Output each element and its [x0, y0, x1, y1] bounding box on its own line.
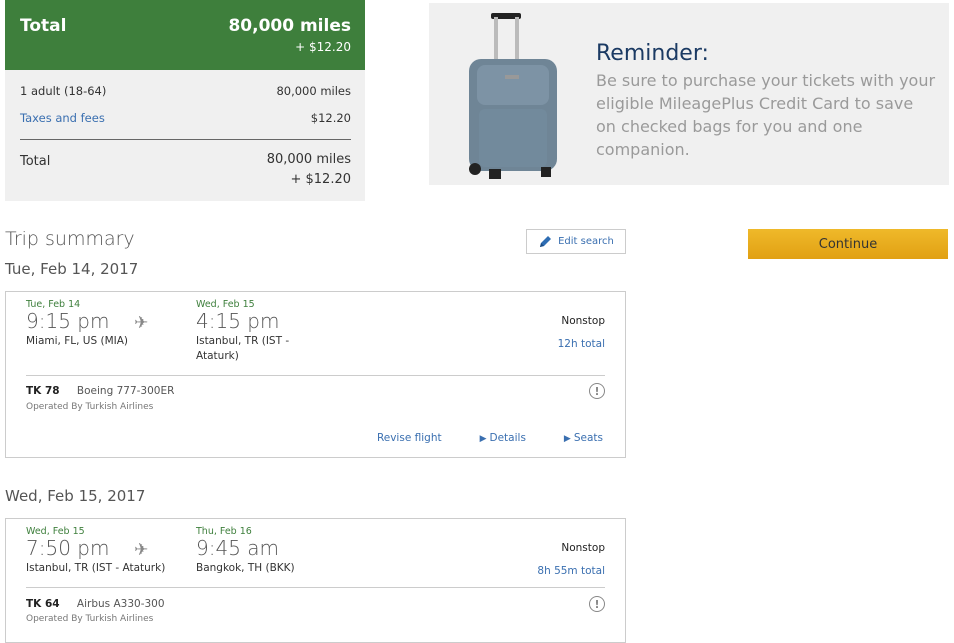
- price-row-label: 1 adult (18-64): [20, 84, 107, 98]
- reminder-body: Be sure to purchase your tickets with yo…: [596, 71, 936, 159]
- revise-flight-link[interactable]: Revise flight: [377, 432, 442, 444]
- divider: [26, 375, 605, 376]
- reminder-title: Reminder:: [596, 41, 709, 66]
- arrival: Thu, Feb 16 9:45 am Bangkok, TH (BKK): [196, 526, 326, 576]
- operated-by: Operated By Turkish Airlines: [26, 402, 154, 412]
- arrival-city: Istanbul, TR (IST - Ataturk): [196, 335, 290, 362]
- taxes-and-fees-link[interactable]: Taxes and fees: [20, 111, 105, 125]
- arrival-time: 4:15 pm: [196, 309, 280, 333]
- flight-card: Wed, Feb 15 7:50 pm Istanbul, TR (IST - …: [5, 518, 626, 643]
- arrival: Wed, Feb 15 4:15 pm Istanbul, TR (IST - …: [196, 299, 326, 364]
- airplane-icon: ✈: [134, 540, 149, 560]
- price-row-adult: 1 adult (18-64) 80,000 miles: [5, 84, 365, 98]
- stops-label: Nonstop: [561, 315, 605, 327]
- departure-time: 9:15 pm: [26, 309, 110, 333]
- flight-number: TK 64 Airbus A330-300: [26, 598, 165, 610]
- airplane-icon: ✈: [134, 313, 149, 333]
- price-row-taxes: Taxes and fees $12.20: [5, 111, 365, 125]
- price-header-label: Total: [20, 16, 67, 36]
- day-title: Tue, Feb 14, 2017: [5, 260, 139, 278]
- pencil-icon: [540, 236, 552, 247]
- caret-right-icon: ▶: [479, 434, 487, 444]
- seats-link[interactable]: ▶ Seats: [564, 432, 603, 444]
- flight-number: TK 78 Boeing 777-300ER: [26, 385, 174, 397]
- arrival-time: 9:45 am: [196, 536, 280, 560]
- departure-city: Miami, FL, US (MIA): [26, 335, 129, 347]
- trip-summary-title: Trip summary: [5, 228, 135, 250]
- flight-code: TK 78: [26, 385, 60, 397]
- aircraft: Airbus A330-300: [76, 598, 165, 610]
- info-icon[interactable]: !: [589, 596, 605, 612]
- day-title: Wed, Feb 15, 2017: [5, 487, 146, 505]
- caret-right-icon: ▶: [563, 434, 571, 444]
- price-row-value: 80,000 miles: [276, 84, 351, 98]
- details-link[interactable]: ▶ Details: [480, 432, 526, 444]
- operated-by: Operated By Turkish Airlines: [26, 614, 154, 624]
- edit-search-button[interactable]: Edit search: [526, 229, 626, 254]
- duration-label: 12h total: [557, 338, 605, 350]
- edit-search-label: Edit search: [558, 236, 614, 247]
- price-total-label: Total: [20, 154, 51, 169]
- flight-card: Tue, Feb 14 9:15 pm Miami, FL, US (MIA) …: [5, 291, 626, 458]
- info-icon[interactable]: !: [589, 383, 605, 399]
- seats-label: Seats: [573, 432, 603, 444]
- price-total-cash: + $12.20: [290, 172, 351, 187]
- price-header: Total 80,000 miles + $12.20: [5, 0, 365, 70]
- price-total-miles: 80,000 miles: [266, 152, 351, 167]
- details-label: Details: [489, 432, 526, 444]
- flight-code: TK 64: [26, 598, 60, 610]
- price-row-value: $12.20: [310, 111, 351, 125]
- arrival-city: Bangkok, TH (BKK): [196, 562, 295, 574]
- departure-city: Istanbul, TR (IST - Ataturk): [26, 562, 166, 574]
- departure: Tue, Feb 14 9:15 pm Miami, FL, US (MIA): [26, 299, 128, 349]
- reminder-banner: Reminder: Be sure to purchase your ticke…: [429, 3, 949, 185]
- aircraft: Boeing 777-300ER: [76, 385, 175, 397]
- price-header-cash: + $12.20: [295, 40, 351, 54]
- suitcase-icon: [469, 13, 557, 179]
- divider: [26, 587, 605, 588]
- price-header-miles: 80,000 miles: [228, 16, 351, 36]
- continue-button[interactable]: Continue: [748, 229, 948, 259]
- flight-actions: Revise flight ▶ Details ▶ Seats: [377, 432, 603, 444]
- price-total: Total 80,000 miles + $12.20: [5, 140, 365, 190]
- stops-label: Nonstop: [561, 542, 605, 554]
- price-summary-panel: Total 80,000 miles + $12.20 1 adult (18-…: [5, 0, 365, 201]
- duration-label: 8h 55m total: [537, 565, 605, 577]
